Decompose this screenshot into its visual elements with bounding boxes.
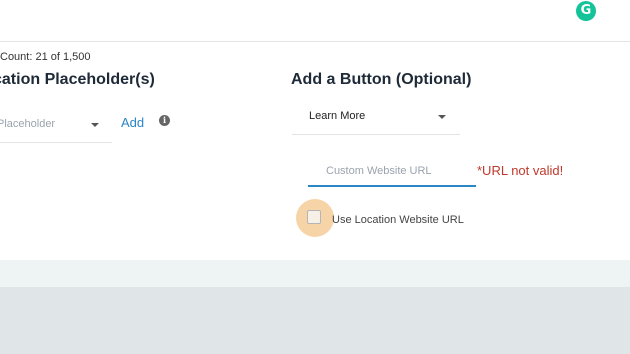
location-placeholder-title: cation Placeholder(s) (0, 71, 155, 88)
button-type-select[interactable]: Learn More (292, 101, 460, 135)
character-count: Count: 21 of 1,500 (0, 51, 91, 63)
add-button-title: Add a Button (Optional) (291, 71, 472, 88)
placeholder-select[interactable]: Placeholder (0, 110, 112, 143)
top-bar: G (0, 0, 630, 42)
grammarly-icon[interactable]: G (576, 1, 596, 21)
url-error-message: *URL not valid! (477, 163, 564, 178)
footer-band (0, 260, 630, 287)
info-icon[interactable]: i (159, 115, 170, 126)
use-location-website-checkbox[interactable] (307, 210, 321, 224)
chevron-down-icon (91, 123, 99, 127)
button-type-selected: Learn More (309, 110, 366, 122)
placeholder-select-text: Placeholder (0, 118, 56, 130)
add-placeholder-link[interactable]: Add (121, 115, 144, 130)
custom-website-url-input[interactable] (308, 157, 476, 187)
chevron-down-icon (438, 115, 446, 119)
use-location-website-label[interactable]: Use Location Website URL (332, 214, 464, 226)
page-background-band (0, 287, 630, 354)
